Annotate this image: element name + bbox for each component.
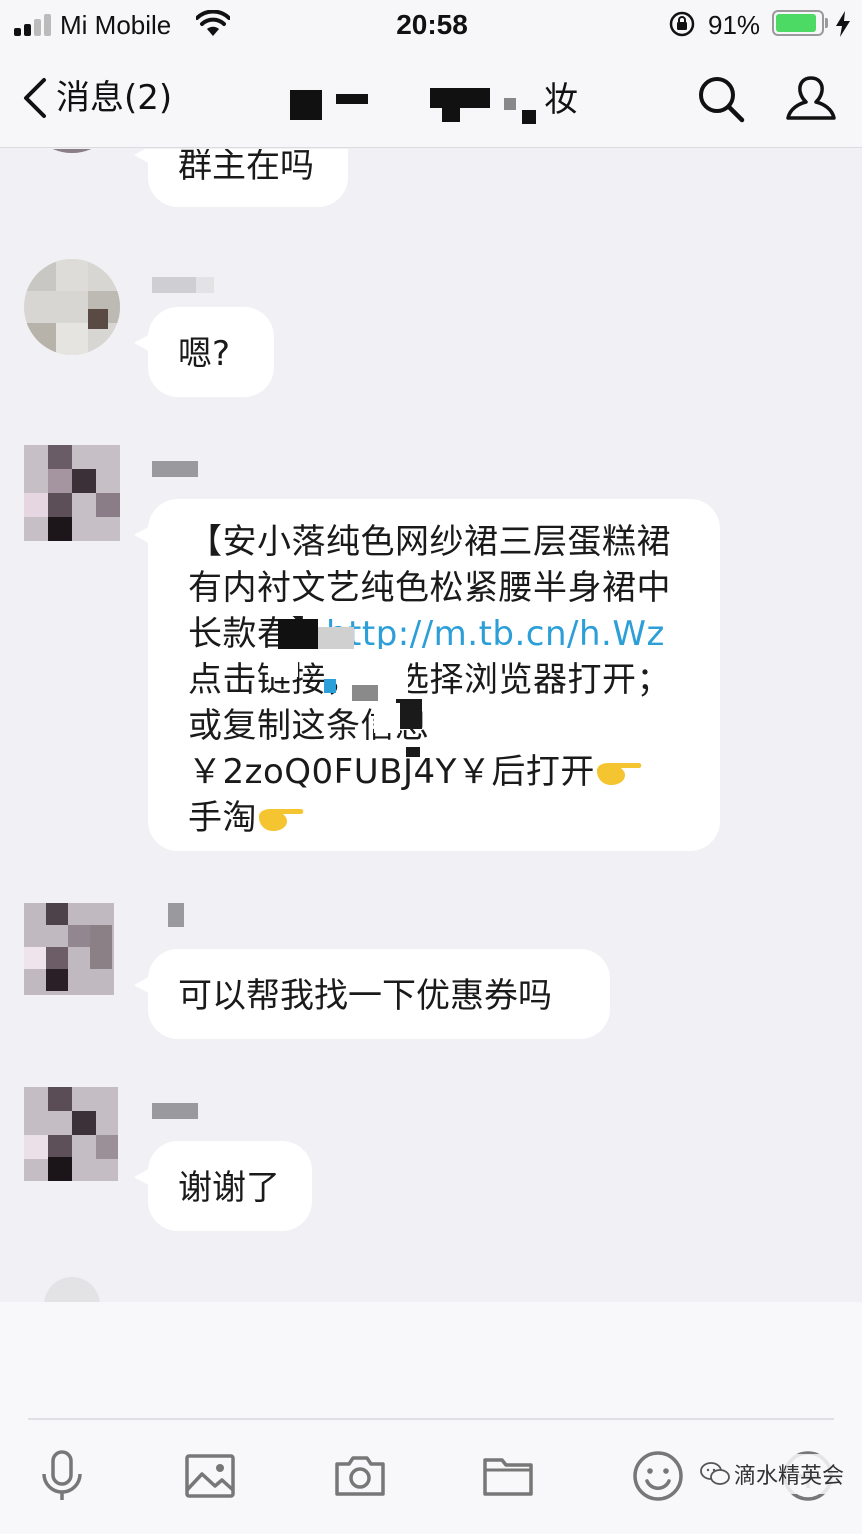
rotation-lock-icon — [669, 11, 695, 37]
wifi-icon — [196, 10, 230, 36]
chat-title[interactable]: 妆 — [280, 68, 600, 132]
message-bubble[interactable]: 嗯? — [134, 307, 274, 397]
censor-block — [522, 110, 536, 124]
censor-block — [290, 90, 322, 120]
message-bubble[interactable]: 群主在吗 — [134, 149, 348, 207]
message-bubble[interactable]: 可以帮我找一下优惠券吗 — [134, 949, 610, 1039]
avatar[interactable] — [24, 259, 120, 355]
battery-percent: 91% — [708, 10, 761, 40]
signal-icon — [14, 14, 54, 36]
censor-block — [442, 108, 460, 122]
instruction-tail: 手淘 — [188, 798, 257, 838]
message-text: 群主在吗 — [178, 149, 314, 186]
message-text: 可以帮我找一下优惠券吗 — [178, 976, 552, 1016]
smiley-icon[interactable] — [630, 1448, 686, 1504]
input-area: 滴水精英会 — [0, 1302, 862, 1534]
censor-block — [318, 627, 354, 649]
avatar[interactable] — [24, 903, 114, 995]
back-button[interactable]: 消息(2) — [20, 72, 172, 124]
contact-icon[interactable] — [784, 72, 838, 126]
sender-name — [152, 277, 214, 293]
search-icon[interactable] — [696, 74, 746, 124]
carrier-name: Mi Mobile — [60, 10, 172, 40]
message-text: 谢谢了 — [178, 1168, 280, 1208]
microphone-icon[interactable] — [34, 1448, 90, 1504]
sender-name — [152, 1103, 198, 1119]
censor-block — [504, 98, 516, 110]
wechat-icon — [700, 1462, 730, 1485]
back-label: 消息(2) — [56, 78, 173, 118]
message-text: 嗯? — [178, 334, 231, 374]
folder-icon[interactable] — [480, 1448, 536, 1504]
message-list[interactable]: 群主在吗 嗯? 【安小落纯色网纱裙三层蛋糕裙有内衬文艺纯色松紧腰半身裙中长款春】… — [0, 149, 862, 1302]
clock: 20:58 — [396, 9, 468, 40]
censor-block — [278, 619, 318, 649]
back-chevron-icon — [24, 78, 46, 118]
message-bubble[interactable]: 【安小落纯色网纱裙三层蛋糕裙有内衬文艺纯色松紧腰半身裙中长款春】http://m… — [134, 499, 720, 851]
title-visible-char: 妆 — [544, 80, 578, 120]
watermark: 滴水精英会 — [696, 1454, 849, 1494]
avatar[interactable] — [24, 1087, 118, 1181]
censor-block — [324, 679, 336, 693]
image-icon[interactable] — [182, 1448, 238, 1504]
avatar[interactable] — [44, 1277, 100, 1302]
avatar[interactable] — [24, 445, 120, 541]
watermark-text: 滴水精英会 — [734, 1464, 845, 1489]
message-bubble[interactable]: 谢谢了 — [134, 1141, 312, 1231]
avatar[interactable] — [24, 149, 120, 153]
censor-block — [406, 747, 420, 757]
censor-block — [268, 649, 298, 677]
censor-block — [352, 685, 378, 701]
message-text: 【安小落纯色网纱裙三层蛋糕裙有内衬文艺纯色松紧腰半身裙中长款春】http://m… — [148, 499, 720, 861]
censor-block — [374, 703, 400, 733]
battery-icon — [772, 10, 828, 36]
nav-bar: 消息(2) 妆 — [0, 52, 862, 148]
charging-icon — [836, 11, 850, 37]
camera-icon[interactable] — [332, 1448, 388, 1504]
sender-name — [152, 461, 198, 477]
status-bar: Mi Mobile 20:58 91% — [0, 0, 862, 52]
product-link[interactable]: http://m.tb.cn/h.Wz — [326, 614, 665, 654]
censor-block — [430, 88, 490, 108]
pointing-hand-emoji — [595, 753, 643, 785]
sender-name — [168, 903, 184, 927]
censor-block — [336, 94, 368, 104]
pointing-hand-emoji — [257, 799, 305, 831]
battery-level — [776, 14, 817, 32]
message-input[interactable] — [0, 1302, 862, 1418]
